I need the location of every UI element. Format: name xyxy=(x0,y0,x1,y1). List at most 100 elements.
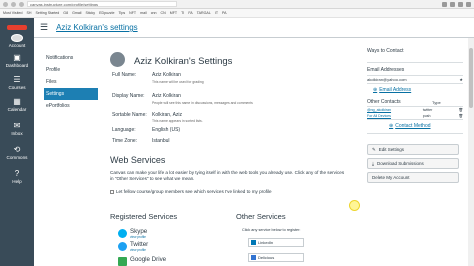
service-twitter[interactable]: Twitter view profile xyxy=(118,241,148,252)
address-bar[interactable]: canvas.instructure.com/profile/settings xyxy=(27,1,177,7)
bookmark-item[interactable]: NFT xyxy=(129,11,136,15)
left-nav-profile[interactable]: Profile xyxy=(44,64,98,76)
service-name: Google Drive xyxy=(130,256,167,263)
other-services-heading: Other Services xyxy=(236,212,286,221)
contact-sidebar: Ways to Contact Email Addresses akolkira… xyxy=(367,48,463,183)
email-addresses-heading: Email Addresses xyxy=(367,67,405,73)
default-star-icon[interactable]: ★ xyxy=(459,77,463,82)
reload-icon[interactable] xyxy=(19,1,24,7)
bookmark-item[interactable]: TI xyxy=(181,11,184,15)
trash-icon[interactable]: 🗑 xyxy=(458,108,463,112)
help-icon: ? xyxy=(14,169,20,178)
left-nav-notifications[interactable]: Notifications xyxy=(44,52,98,64)
divider xyxy=(367,62,463,63)
button-label: Download Submissions xyxy=(377,161,424,166)
bookmark-item[interactable]: TARGAL xyxy=(197,11,211,15)
bookmark-item[interactable]: Sticky xyxy=(85,11,95,15)
global-nav-label: Calendar xyxy=(7,107,27,112)
bookmark-item[interactable]: Gmail xyxy=(72,11,81,15)
global-nav-help[interactable]: ? Help xyxy=(0,164,34,188)
global-nav-calendar[interactable]: ▦ Calendar xyxy=(0,92,34,116)
bookmark-item[interactable]: MFT xyxy=(170,11,177,15)
full-name-label: Full Name: xyxy=(112,72,137,78)
bookmark-item[interactable]: IT xyxy=(215,11,218,15)
global-nav-dashboard[interactable]: ▣ Dashboard xyxy=(0,48,34,70)
trash-icon[interactable]: 🗑 xyxy=(458,114,463,118)
bookmark-item[interactable]: G8 xyxy=(63,11,68,15)
global-nav-label: Inbox xyxy=(11,131,23,136)
display-name-value: Aziz Kolkiran xyxy=(152,93,181,99)
bookmark-item[interactable]: Tips xyxy=(118,11,125,15)
hamburger-menu-icon[interactable]: ☰ xyxy=(40,22,48,33)
home-icon[interactable] xyxy=(458,1,463,7)
scrollbar[interactable] xyxy=(468,38,474,266)
forward-icon[interactable] xyxy=(11,1,16,7)
bookmark-item[interactable]: Most Visited xyxy=(3,11,23,15)
left-nav-settings[interactable]: Settings xyxy=(44,88,98,100)
add-email-link[interactable]: ⊕ Email Address xyxy=(367,87,463,93)
star-icon[interactable] xyxy=(442,1,447,7)
service-skype[interactable]: Skype view profile xyxy=(118,228,147,239)
bookmark-item[interactable]: mail xyxy=(140,11,147,15)
bookmark-item[interactable]: Setting Started xyxy=(36,11,60,15)
full-name-value: Aziz Kolkiran xyxy=(152,72,181,78)
bookmarks-bar: Most Visited SH Setting Started G8 Gmail Stic… xyxy=(0,9,474,18)
back-icon[interactable] xyxy=(3,1,8,7)
settings-left-nav: Notifications Profile Files Settings ePo… xyxy=(44,52,98,112)
linkedin-service-button[interactable]: LinkedIn xyxy=(248,238,304,247)
plus-icon: ⊕ xyxy=(373,87,378,93)
other-services-note: Click any service below to register: xyxy=(242,228,301,232)
global-nav-courses[interactable]: ☰ Courses xyxy=(0,70,34,92)
share-services-checkbox[interactable] xyxy=(110,189,114,194)
bookmark-item[interactable]: SH xyxy=(27,11,32,15)
profile-avatar[interactable] xyxy=(110,52,125,67)
bookmark-item[interactable]: CN xyxy=(161,11,166,15)
global-nav-label: Courses xyxy=(8,85,26,90)
left-nav-files[interactable]: Files xyxy=(44,76,98,88)
pencil-icon: ✎ xyxy=(372,146,376,152)
web-services-description: Canvas can make your life a lot easier b… xyxy=(110,170,345,182)
scrollbar-thumb[interactable] xyxy=(469,48,473,108)
bookmark-item[interactable]: cnn xyxy=(151,11,157,15)
dashboard-icon: ▣ xyxy=(13,53,21,62)
download-icon: ⤓ xyxy=(372,161,374,166)
global-nav-account[interactable]: Account xyxy=(0,18,34,48)
type-heading: Type xyxy=(432,99,441,105)
bookmark-item[interactable]: EDpuzzle xyxy=(99,11,114,15)
service-profile-link[interactable]: view profile xyxy=(130,248,148,252)
menu-icon[interactable] xyxy=(466,1,471,7)
courses-icon: ☰ xyxy=(13,75,21,84)
registered-services-heading: Registered Services xyxy=(110,212,178,221)
plus-icon: ⊕ xyxy=(389,123,394,129)
global-nav-label: Commons xyxy=(6,155,28,160)
service-profile-link[interactable]: view profile xyxy=(130,235,147,239)
download-submissions-button[interactable]: ⤓ Download Submissions xyxy=(367,158,459,169)
display-name-note: People will see this name in discussions… xyxy=(152,101,253,105)
service-google-drive[interactable]: Google Drive xyxy=(118,256,167,266)
breadcrumb[interactable]: Aziz Kolkiran's settings xyxy=(56,23,138,32)
contact-name[interactable]: For All Devices xyxy=(367,114,407,118)
other-contacts-heading: Other Contacts xyxy=(367,99,401,105)
delete-account-button[interactable]: Delete My Account xyxy=(367,172,459,183)
canvas-logo xyxy=(7,25,27,30)
divider xyxy=(367,119,463,120)
left-nav-eportfolios[interactable]: ePortfolios xyxy=(44,100,98,112)
bookmark-item[interactable]: FA xyxy=(188,11,192,15)
global-nav-inbox[interactable]: ✉ Inbox xyxy=(0,116,34,140)
browser-toolbar: canvas.instructure.com/profile/settings xyxy=(0,0,474,9)
sortable-name-label: Sortable Name: xyxy=(112,112,147,118)
share-services-checkbox-row[interactable]: Let fellow course/group members see whic… xyxy=(110,189,272,194)
global-navigation: Account ▣ Dashboard ☰ Courses ▦ Calendar… xyxy=(0,18,34,266)
download-icon[interactable] xyxy=(450,1,455,7)
bookmark-item[interactable]: PA xyxy=(222,11,227,15)
contact-type: push xyxy=(422,114,431,118)
sortable-name-note: This name appears in sorted lists. xyxy=(152,119,203,123)
delicious-service-button[interactable]: Delicious xyxy=(248,253,304,262)
share-services-label: Let fellow course/group members see whic… xyxy=(116,189,272,194)
language-value: English (US) xyxy=(152,127,181,133)
contact-name[interactable]: @ng_akolkiran xyxy=(367,108,407,112)
edit-settings-button[interactable]: ✎ Edit Settings xyxy=(367,144,459,155)
add-contact-method-link[interactable]: ⊕ Contact Method xyxy=(367,123,463,129)
global-nav-commons[interactable]: ⟲ Commons xyxy=(0,140,34,164)
inbox-icon: ✉ xyxy=(13,121,21,130)
